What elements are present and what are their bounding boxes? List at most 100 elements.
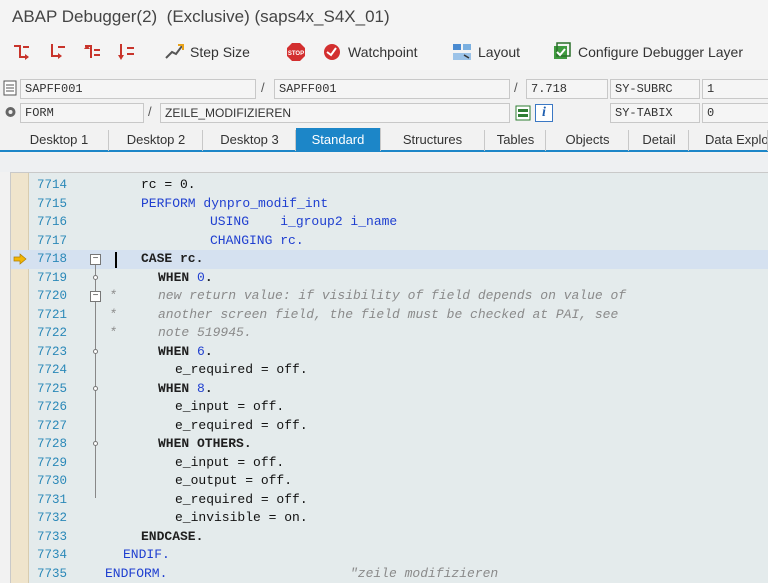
sy-tabix-label: SY-TABIX bbox=[610, 103, 700, 123]
tab-detail[interactable]: Detail bbox=[630, 130, 689, 151]
line-number: 7722 bbox=[37, 326, 68, 340]
window-title: ABAP Debugger(2) (Exclusive) (saps4x_S4X… bbox=[12, 7, 390, 26]
code-line: ENDCASE. bbox=[141, 528, 204, 544]
code-line: CHANGING rc. bbox=[210, 232, 304, 248]
tab-desktop-2[interactable]: Desktop 2 bbox=[110, 130, 203, 151]
line-number: 7728 bbox=[37, 437, 68, 451]
tab-tables[interactable]: Tables bbox=[486, 130, 546, 151]
layout-label: Layout bbox=[478, 44, 521, 60]
code-line: e_required = off. bbox=[175, 417, 308, 433]
code-line: WHEN 0. bbox=[158, 269, 213, 285]
watchpoint-label: Watchpoint bbox=[348, 44, 418, 60]
step-size-icon bbox=[165, 44, 184, 59]
fold-marker-icon bbox=[93, 386, 98, 391]
code-line: WHEN OTHERS. bbox=[158, 436, 252, 451]
gear-icon bbox=[5, 107, 16, 117]
fold-marker-icon bbox=[93, 441, 98, 446]
line-number: 7726 bbox=[37, 400, 68, 414]
code-line: rc = 0. bbox=[141, 177, 196, 192]
line-number: 7733 bbox=[37, 529, 68, 544]
comment-marker: * bbox=[109, 306, 117, 322]
info-icon[interactable]: i bbox=[535, 104, 553, 122]
line-number: 7734 bbox=[37, 548, 68, 562]
fold-toggle-icon[interactable]: − bbox=[90, 254, 101, 265]
tab-desktop-1[interactable]: Desktop 1 bbox=[10, 130, 109, 151]
line-number: 7714 bbox=[37, 178, 68, 192]
tab-structures[interactable]: Structures bbox=[381, 130, 485, 151]
sy-tabix-value[interactable]: 0 bbox=[702, 103, 768, 123]
code-line: USING i_group2 i_name bbox=[210, 214, 398, 229]
line-number: 7730 bbox=[37, 474, 68, 488]
stop-breakpoint-icon[interactable]: STOP bbox=[286, 42, 306, 62]
step-size-button[interactable]: Step Size bbox=[164, 40, 250, 64]
slash-separator: / bbox=[514, 80, 518, 95]
tab-standard[interactable]: Standard bbox=[296, 128, 381, 151]
text-cursor bbox=[115, 252, 117, 268]
line-number: 7718 bbox=[37, 252, 68, 266]
line-number: 7732 bbox=[37, 511, 68, 525]
code-line: e_input = off. bbox=[175, 454, 285, 470]
code-line: ENDIF. bbox=[123, 547, 170, 562]
single-step-icon[interactable] bbox=[12, 42, 32, 62]
desktop-tab-strip: Desktop 1 Desktop 2 Desktop 3 Standard S… bbox=[0, 128, 768, 152]
line-number: 7720 bbox=[37, 289, 68, 303]
step-size-label: Step Size bbox=[190, 44, 250, 60]
code-line: ENDFORM. bbox=[105, 565, 168, 581]
code-line: WHEN 6. bbox=[158, 343, 213, 359]
pane-header bbox=[0, 154, 768, 172]
code-line: e_required = off. bbox=[175, 362, 308, 377]
tab-desktop-3[interactable]: Desktop 3 bbox=[204, 130, 296, 151]
comment-marker: * bbox=[109, 288, 117, 303]
breakpoint-column[interactable] bbox=[11, 173, 29, 583]
line-number: 7735 bbox=[37, 566, 68, 581]
configure-debugger-layer-button[interactable]: Configure Debugger Layer bbox=[552, 40, 743, 64]
sy-subrc-label: SY-SUBRC bbox=[610, 79, 700, 99]
fold-toggle-icon[interactable]: − bbox=[90, 291, 101, 302]
code-line: PERFORM dynpro_modif_int bbox=[141, 195, 329, 211]
line-number: 7716 bbox=[37, 215, 68, 229]
line-number: 7729 bbox=[37, 455, 68, 470]
source-code-editor[interactable]: − − 7714 7715 7716 7717 7718 7719 7720 7… bbox=[10, 172, 768, 583]
line-number: 7731 bbox=[37, 492, 68, 507]
code-line: new return value: if visibility of field… bbox=[158, 288, 627, 303]
code-line: another screen field, the field must be … bbox=[158, 306, 619, 322]
tab-objects[interactable]: Objects bbox=[547, 130, 629, 151]
code-line: e_required = off. bbox=[175, 491, 308, 507]
code-line: CASE rc. bbox=[141, 251, 204, 266]
line-number: 7717 bbox=[37, 233, 68, 248]
execute-icon[interactable] bbox=[48, 42, 68, 62]
structure-icon[interactable] bbox=[515, 105, 531, 121]
line-number: 7721 bbox=[37, 307, 68, 322]
title-bar: ABAP Debugger(2) (Exclusive) (saps4x_S4X… bbox=[0, 0, 768, 36]
fold-guide bbox=[95, 304, 96, 338]
include-field[interactable]: SAPFF001 bbox=[274, 79, 510, 99]
line-number: 7727 bbox=[37, 418, 68, 433]
line-number: 7723 bbox=[37, 344, 68, 359]
event-name-field[interactable]: ZEILE_MODIFIZIEREN bbox=[160, 103, 510, 123]
fold-marker-icon bbox=[93, 349, 98, 354]
comment-marker: * bbox=[109, 325, 117, 340]
line-number: 7719 bbox=[37, 270, 68, 285]
debugger-status-fields: SAPFF001 / SAPFF001 / 7.718 SY-SUBRC 1 F… bbox=[0, 78, 768, 128]
continue-icon[interactable] bbox=[116, 42, 136, 62]
slash-separator: / bbox=[261, 80, 265, 95]
line-number: 7724 bbox=[37, 363, 68, 377]
return-icon[interactable] bbox=[82, 42, 102, 62]
code-line: WHEN 8. bbox=[158, 380, 213, 396]
current-line-highlight bbox=[11, 250, 768, 269]
layout-icon bbox=[453, 44, 471, 60]
tab-data-explorer[interactable]: Data Explo bbox=[690, 130, 768, 151]
fold-marker-icon bbox=[93, 275, 98, 280]
line-number: 7715 bbox=[37, 196, 68, 211]
line-number-field[interactable]: 7.718 bbox=[526, 79, 608, 99]
current-position-arrow-icon bbox=[13, 253, 27, 265]
event-type-field[interactable]: FORM bbox=[20, 103, 144, 123]
code-line: note 519945. bbox=[158, 325, 252, 340]
configure-layer-icon bbox=[554, 42, 571, 59]
layout-button[interactable]: Layout bbox=[452, 40, 520, 64]
sy-subrc-value[interactable]: 1 bbox=[702, 79, 768, 99]
svg-text:STOP: STOP bbox=[288, 51, 304, 57]
program-field[interactable]: SAPFF001 bbox=[20, 79, 256, 99]
watchpoint-button[interactable]: Watchpoint bbox=[322, 40, 418, 64]
line-number: 7725 bbox=[37, 381, 68, 396]
